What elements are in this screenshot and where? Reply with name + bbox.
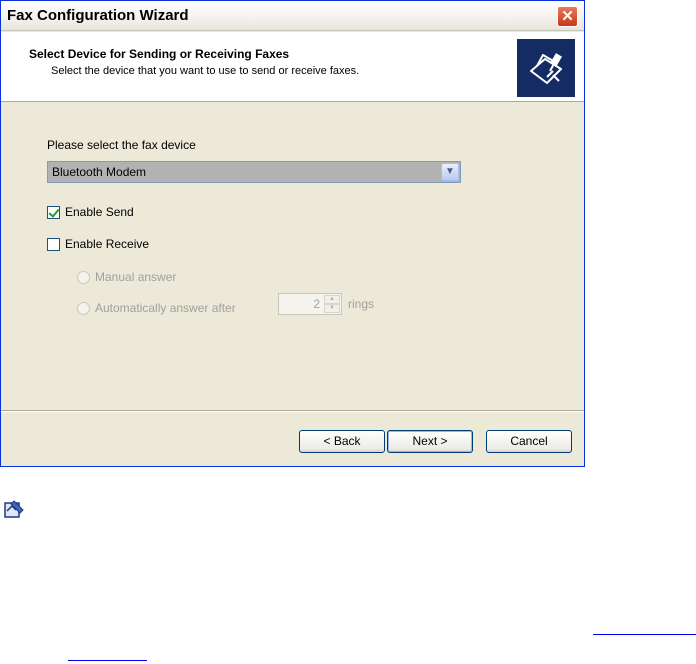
enable-send-checkbox[interactable]: Enable Send [47,205,134,219]
checkbox-checked-icon[interactable] [47,205,60,219]
close-button[interactable]: ✕ [557,6,578,27]
fax-device-dropdown[interactable]: Bluetooth Modem ▼ [47,161,461,183]
next-button[interactable]: Next > [387,430,473,453]
cancel-button[interactable]: Cancel [486,430,572,453]
title-bar[interactable]: Fax Configuration Wizard ✕ [1,1,584,31]
rings-value: 2 [313,297,320,311]
rings-label: rings [348,297,375,311]
enable-receive-label: Enable Receive [65,237,150,251]
device-label: Please select the fax device [47,138,196,152]
fax-wizard-window: Fax Configuration Wizard ✕ Select Device… [0,0,585,467]
close-icon: ✕ [561,8,574,25]
manual-answer-radio[interactable]: Manual answer [77,270,176,284]
link-underline[interactable] [593,634,696,635]
fax-device-selected: Bluetooth Modem [52,165,147,179]
radio-icon[interactable] [77,270,90,284]
window-title: Fax Configuration Wizard [7,7,189,24]
stepper-up-icon[interactable]: ▲ [324,295,340,304]
back-button[interactable]: < Back [299,430,385,453]
fax-machine-icon [517,39,575,97]
radio-icon[interactable] [77,301,90,315]
stepper-down-icon[interactable]: ▼ [324,304,340,313]
auto-answer-radio[interactable]: Automatically answer after [77,301,236,315]
footer-divider [1,410,584,412]
checkbox-unchecked-icon[interactable] [47,237,60,251]
manual-answer-label: Manual answer [95,270,177,284]
enable-send-label: Enable Send [65,205,134,219]
chevron-down-icon[interactable]: ▼ [441,163,459,181]
link-underline[interactable] [68,660,147,661]
auto-answer-label: Automatically answer after [95,301,236,315]
rings-stepper[interactable]: 2 ▲ ▼ [278,293,342,315]
enable-receive-checkbox[interactable]: Enable Receive [47,237,149,251]
stepper-buttons: ▲ ▼ [324,295,340,313]
wizard-body: Please select the fax device Bluetooth M… [1,103,584,409]
note-icon [2,497,26,521]
wizard-header: Select Device for Sending or Receiving F… [1,32,584,102]
header-title: Select Device for Sending or Receiving F… [29,47,290,61]
header-subtitle: Select the device that you want to use t… [51,65,360,77]
